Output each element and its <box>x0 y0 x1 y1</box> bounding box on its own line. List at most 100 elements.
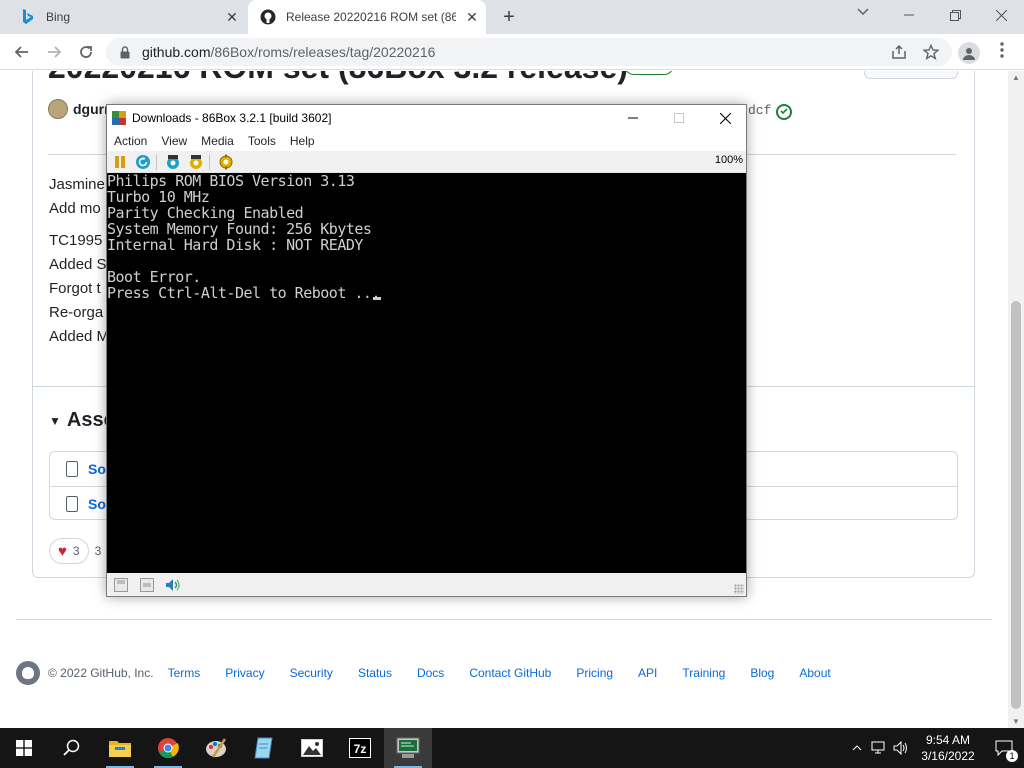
page-footer: © 2022 GitHub, Inc. Terms Privacy Securi… <box>16 661 992 685</box>
footer-link-privacy[interactable]: Privacy <box>225 666 264 680</box>
scrollbar-thumb[interactable] <box>1011 301 1021 709</box>
scroll-down-icon[interactable]: ▼ <box>1012 717 1020 726</box>
share-icon[interactable] <box>886 38 912 66</box>
start-icon[interactable] <box>0 728 48 768</box>
browser-toolbar: github.com/86Box/roms/releases/tag/20220… <box>0 34 1024 70</box>
minimize-icon[interactable] <box>610 105 656 131</box>
footer-link-status[interactable]: Status <box>358 666 392 680</box>
menu-media[interactable]: Media <box>201 134 234 148</box>
close-tab-icon[interactable]: ✕ <box>224 9 240 25</box>
menu-tools[interactable]: Tools <box>248 134 276 148</box>
emulator-window: Downloads - 86Box 3.2.1 [build 3602] Act… <box>106 104 747 597</box>
action-center-icon[interactable]: 1 <box>984 728 1024 768</box>
volume-icon[interactable] <box>890 728 912 768</box>
sound-icon[interactable] <box>165 577 181 593</box>
back-arrow-icon[interactable] <box>10 40 34 64</box>
footer-link-docs[interactable]: Docs <box>417 666 444 680</box>
7zip-icon[interactable]: 7z <box>336 728 384 768</box>
browser-menu-icon[interactable] <box>992 42 1012 62</box>
tab-github-release[interactable]: Release 20220216 ROM set (86B ✕ <box>248 0 486 34</box>
verified-check-icon[interactable] <box>776 104 792 120</box>
url-path: /86Box/roms/releases/tag/20220216 <box>210 44 436 60</box>
tab-search-icon[interactable] <box>852 5 874 25</box>
address-bar[interactable]: github.com/86Box/roms/releases/tag/20220… <box>106 38 952 66</box>
profile-avatar-icon[interactable] <box>958 42 980 64</box>
footer-divider <box>16 619 992 620</box>
menu-action[interactable]: Action <box>114 134 147 148</box>
ctrl-alt-esc-icon[interactable] <box>186 153 206 171</box>
copyright: © 2022 GitHub, Inc. <box>48 666 154 680</box>
forward-arrow-icon[interactable] <box>42 40 66 64</box>
zip-file-icon <box>66 495 78 512</box>
footer-link-security[interactable]: Security <box>290 666 333 680</box>
asset-link[interactable]: So <box>88 496 106 512</box>
footer-link-terms[interactable]: Terms <box>168 666 201 680</box>
emulator-toolbar: 100% <box>107 151 746 173</box>
reload-icon[interactable] <box>74 40 98 64</box>
close-tab-icon[interactable]: ✕ <box>464 9 480 25</box>
hard-reset-icon[interactable] <box>133 153 153 171</box>
resize-grip[interactable] <box>734 584 744 594</box>
file-explorer-icon[interactable] <box>96 728 144 768</box>
asset-link[interactable]: So <box>88 461 106 477</box>
window-controls <box>886 0 1024 30</box>
minimize-icon[interactable] <box>886 0 932 30</box>
footer-link-contact[interactable]: Contact GitHub <box>469 666 551 680</box>
emulator-title: Downloads - 86Box 3.2.1 [build 3602] <box>132 111 332 125</box>
menu-view[interactable]: View <box>161 134 187 148</box>
chrome-icon[interactable] <box>144 728 192 768</box>
close-window-icon[interactable] <box>978 0 1024 30</box>
page-scrollbar[interactable]: ▲ ▼ <box>1008 71 1024 728</box>
footer-link-about[interactable]: About <box>799 666 830 680</box>
86box-app-icon[interactable] <box>111 110 127 126</box>
note-line: Add mo <box>49 200 101 217</box>
86box-taskbar-icon[interactable] <box>384 728 432 768</box>
commit-hash[interactable]: dcf <box>748 103 771 118</box>
bookmark-star-icon[interactable] <box>918 38 944 66</box>
author-avatar[interactable] <box>48 99 68 119</box>
floppy-drive-icon[interactable] <box>113 577 129 593</box>
ctrl-alt-del-icon[interactable] <box>163 153 183 171</box>
footer-link-pricing[interactable]: Pricing <box>576 666 613 680</box>
tab-bing[interactable]: Bing ✕ <box>8 0 246 34</box>
bing-icon <box>20 9 36 25</box>
reactions-bar: ♥ 3 3 <box>49 538 101 564</box>
toolbar-separator <box>156 153 157 170</box>
footer-link-training[interactable]: Training <box>682 666 725 680</box>
release-notes: Jasmine Add mo TC1995 Added S Forgot t R… <box>49 173 109 349</box>
lock-icon[interactable] <box>118 45 132 59</box>
zoom-level: 100% <box>714 154 743 166</box>
emulator-menubar: Action View Media Tools Help <box>107 131 746 151</box>
emulator-screen[interactable]: Philips ROM BIOS Version 3.13 Turbo 10 M… <box>107 173 746 573</box>
heart-icon: ♥ <box>58 542 67 560</box>
github-logo-icon[interactable] <box>16 661 40 685</box>
caret-down-icon: ▼ <box>49 413 61 428</box>
scroll-up-icon[interactable]: ▲ <box>1012 73 1020 82</box>
network-icon[interactable] <box>868 728 890 768</box>
heart-reaction-button[interactable]: ♥ 3 <box>49 538 89 564</box>
close-window-icon[interactable] <box>702 105 748 131</box>
release-title[interactable]: 20220216 ROM set (86Box 3.2 release) <box>48 71 628 86</box>
url-domain: github.com <box>142 44 211 60</box>
restore-icon[interactable] <box>932 0 978 30</box>
settings-gear-icon[interactable] <box>216 153 236 171</box>
tab-bing-label: Bing <box>46 10 71 24</box>
footer-links: Terms Privacy Security Status Docs Conta… <box>168 666 856 680</box>
menu-help[interactable]: Help <box>290 134 315 148</box>
pause-icon[interactable] <box>110 153 130 171</box>
paint-icon[interactable] <box>192 728 240 768</box>
clock[interactable]: 9:54 AM 3/16/2022 <box>912 732 984 764</box>
hard-disk-icon[interactable] <box>139 577 155 593</box>
footer-link-api[interactable]: API <box>638 666 657 680</box>
photos-icon[interactable] <box>288 728 336 768</box>
note-line: Re-orga <box>49 304 104 321</box>
notepad-icon[interactable] <box>240 728 288 768</box>
show-hidden-icons-chevron-icon[interactable] <box>846 728 868 768</box>
search-icon[interactable] <box>48 728 96 768</box>
compare-button[interactable] <box>864 71 958 79</box>
footer-link-blog[interactable]: Blog <box>750 666 774 680</box>
new-tab-button[interactable]: + <box>498 7 520 29</box>
emulator-titlebar[interactable]: Downloads - 86Box 3.2.1 [build 3602] <box>107 105 746 131</box>
github-icon <box>260 9 276 25</box>
system-tray: 9:54 AM 3/16/2022 1 <box>846 728 1024 768</box>
